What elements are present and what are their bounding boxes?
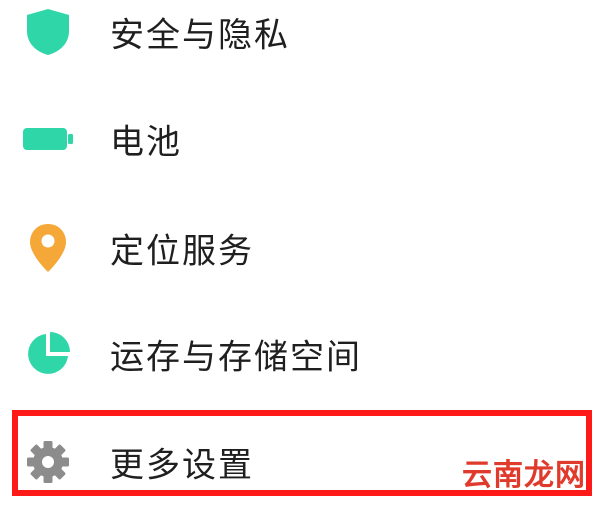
watermark: 云南龙网	[462, 458, 586, 493]
settings-item-security-privacy[interactable]: 安全与隐私	[0, 0, 600, 72]
battery-icon	[22, 113, 74, 165]
location-pin-icon	[22, 222, 74, 274]
settings-item-label: 定位服务	[110, 231, 254, 272]
pie-chart-icon	[22, 328, 74, 380]
shield-icon	[22, 6, 74, 58]
settings-item-location-services[interactable]: 定位服务	[0, 208, 600, 288]
settings-item-label: 电池	[110, 122, 182, 163]
settings-item-label: 安全与隐私	[110, 15, 290, 56]
settings-item-battery[interactable]: 电池	[0, 99, 600, 179]
settings-item-memory-storage[interactable]: 运存与存储空间	[0, 314, 600, 394]
settings-item-label: 运存与存储空间	[110, 337, 362, 378]
